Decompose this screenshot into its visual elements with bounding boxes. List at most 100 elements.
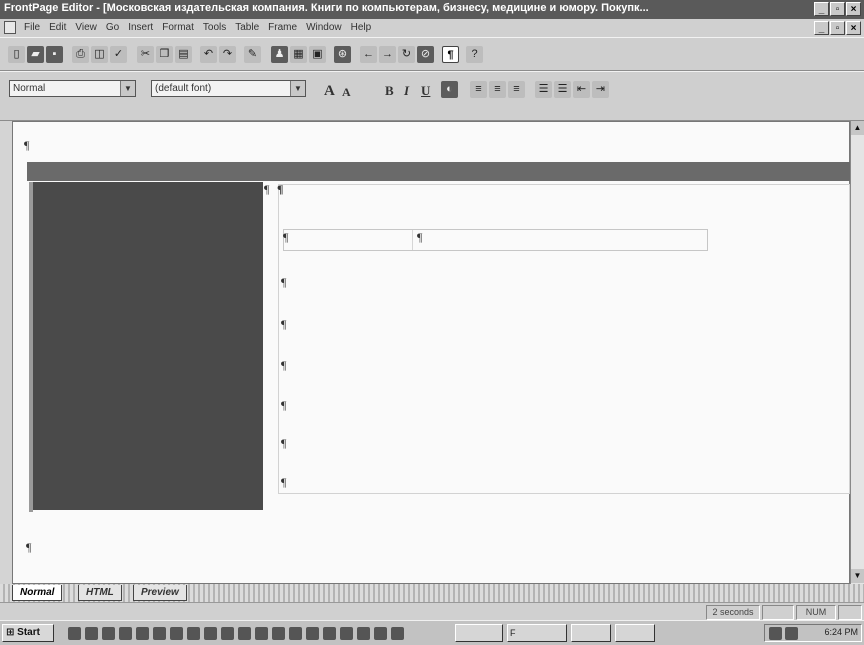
- quicklaunch-icon[interactable]: [272, 627, 285, 640]
- quicklaunch-icon[interactable]: [221, 627, 234, 640]
- decrease-indent-icon[interactable]: ⇤: [573, 81, 590, 98]
- quicklaunch-icon[interactable]: [255, 627, 268, 640]
- insert-image-icon[interactable]: ▣: [309, 46, 326, 63]
- font-select[interactable]: (default font) ▼: [151, 80, 306, 97]
- open-folder-icon[interactable]: ▰: [27, 46, 44, 63]
- scroll-down-icon[interactable]: ▼: [851, 569, 864, 583]
- tray-icon[interactable]: [769, 627, 782, 640]
- paste-icon[interactable]: ▤: [175, 46, 192, 63]
- quicklaunch-icon[interactable]: [238, 627, 251, 640]
- menu-window[interactable]: Window: [306, 22, 342, 33]
- webbot-icon[interactable]: ♟: [271, 46, 288, 63]
- quicklaunch-icon[interactable]: [136, 627, 149, 640]
- menu-view[interactable]: View: [75, 22, 97, 33]
- quicklaunch-icon[interactable]: [68, 627, 81, 640]
- show-paragraph-marks-icon[interactable]: ¶: [442, 46, 459, 63]
- underline-icon[interactable]: U: [421, 83, 430, 99]
- align-right-icon[interactable]: ≡: [508, 81, 525, 98]
- bold-icon[interactable]: B: [385, 83, 394, 99]
- windows-logo-icon: ⊞: [6, 627, 15, 638]
- print-preview-icon[interactable]: ◫: [91, 46, 108, 63]
- paragraph-mark: ¶: [281, 475, 287, 489]
- print-icon[interactable]: ⎙: [72, 46, 89, 63]
- bulleted-list-icon[interactable]: ☰: [554, 81, 571, 98]
- refresh-icon[interactable]: ↻: [398, 46, 415, 63]
- quicklaunch-icon[interactable]: [289, 627, 302, 640]
- clock[interactable]: 6:24 PM: [824, 627, 858, 637]
- taskbar-button[interactable]: [455, 624, 503, 642]
- view-tabs: Normal HTML Preview: [0, 584, 864, 602]
- form-field-icon[interactable]: ✎: [244, 46, 261, 63]
- tab-html[interactable]: HTML: [78, 585, 122, 601]
- forward-icon[interactable]: →: [379, 46, 396, 63]
- quicklaunch-icon[interactable]: [374, 627, 387, 640]
- chevron-down-icon[interactable]: ▼: [290, 81, 305, 96]
- style-select[interactable]: Normal ▼: [9, 80, 136, 97]
- title-bar: FrontPage Editor - [Московская издательс…: [0, 0, 864, 19]
- chevron-down-icon[interactable]: ▼: [120, 81, 135, 96]
- hyperlink-icon[interactable]: ⊛: [334, 46, 351, 63]
- help-pointer-icon[interactable]: ?: [466, 46, 483, 63]
- doc-close-button[interactable]: ×: [846, 21, 861, 35]
- taskbar-button[interactable]: [615, 624, 655, 642]
- quicklaunch-icon[interactable]: [187, 627, 200, 640]
- quicklaunch-icon[interactable]: [119, 627, 132, 640]
- increase-font-icon[interactable]: A: [324, 83, 335, 100]
- cut-icon[interactable]: ✂: [137, 46, 154, 63]
- quicklaunch-icon[interactable]: [153, 627, 166, 640]
- tray-icon[interactable]: [785, 627, 798, 640]
- text-color-icon[interactable]: ◐: [441, 81, 458, 98]
- menu-edit[interactable]: Edit: [49, 22, 66, 33]
- menu-go[interactable]: Go: [106, 22, 119, 33]
- close-button[interactable]: ×: [846, 2, 861, 16]
- numbered-list-icon[interactable]: ☰: [535, 81, 552, 98]
- quicklaunch-icon[interactable]: [357, 627, 370, 640]
- doc-minimize-button[interactable]: _: [814, 21, 829, 35]
- editor-canvas[interactable]: ¶ ¶ ¶ ¶ ¶ ¶ ¶ ¶ ¶ ¶ ¶ ¶: [12, 121, 850, 584]
- scroll-up-icon[interactable]: ▲: [851, 121, 864, 135]
- taskbar-button[interactable]: [571, 624, 611, 642]
- start-button[interactable]: ⊞ Start: [2, 624, 54, 642]
- save-icon[interactable]: ▪: [46, 46, 63, 63]
- menu-tools[interactable]: Tools: [203, 22, 226, 33]
- quicklaunch-icon[interactable]: [170, 627, 183, 640]
- taskbar-button-frontpage[interactable]: F: [507, 624, 567, 642]
- menu-table[interactable]: Table: [235, 22, 259, 33]
- quicklaunch-icon[interactable]: [306, 627, 319, 640]
- quicklaunch-icon[interactable]: [391, 627, 404, 640]
- align-left-icon[interactable]: ≡: [470, 81, 487, 98]
- italic-icon[interactable]: I: [404, 83, 409, 99]
- undo-icon[interactable]: ↶: [200, 46, 217, 63]
- quicklaunch-icon[interactable]: [102, 627, 115, 640]
- stop-icon[interactable]: ⊘: [417, 46, 434, 63]
- document-icon[interactable]: [4, 21, 16, 34]
- insert-table-icon[interactable]: ▦: [290, 46, 307, 63]
- doc-restore-button[interactable]: ▫: [830, 21, 845, 35]
- menu-file[interactable]: File: [24, 22, 40, 33]
- align-center-icon[interactable]: ≡: [489, 81, 506, 98]
- menu-help[interactable]: Help: [351, 22, 372, 33]
- quicklaunch-icon[interactable]: [85, 627, 98, 640]
- menu-frame[interactable]: Frame: [268, 22, 297, 33]
- increase-indent-icon[interactable]: ⇥: [592, 81, 609, 98]
- menu-insert[interactable]: Insert: [128, 22, 153, 33]
- tab-preview[interactable]: Preview: [133, 585, 187, 601]
- vertical-scrollbar[interactable]: ▲ ▼: [850, 121, 864, 584]
- quicklaunch-icon[interactable]: [204, 627, 217, 640]
- redo-icon[interactable]: ↷: [219, 46, 236, 63]
- quicklaunch-icon[interactable]: [340, 627, 353, 640]
- decrease-font-icon[interactable]: A: [342, 85, 351, 100]
- copy-icon[interactable]: ❐: [156, 46, 173, 63]
- tab-normal[interactable]: Normal: [12, 585, 63, 601]
- minimize-button[interactable]: _: [814, 2, 829, 16]
- spelling-icon[interactable]: ✓: [110, 46, 127, 63]
- menu-format[interactable]: Format: [162, 22, 194, 33]
- restore-button[interactable]: ▫: [830, 2, 845, 16]
- inner-table[interactable]: [283, 229, 708, 251]
- new-page-icon[interactable]: ▯: [8, 46, 25, 63]
- back-icon[interactable]: ←: [360, 46, 377, 63]
- num-indicator: NUM: [796, 605, 836, 620]
- load-time: 2 seconds: [706, 605, 760, 620]
- window-title: FrontPage Editor - [Московская издательс…: [4, 2, 649, 14]
- quicklaunch-icon[interactable]: [323, 627, 336, 640]
